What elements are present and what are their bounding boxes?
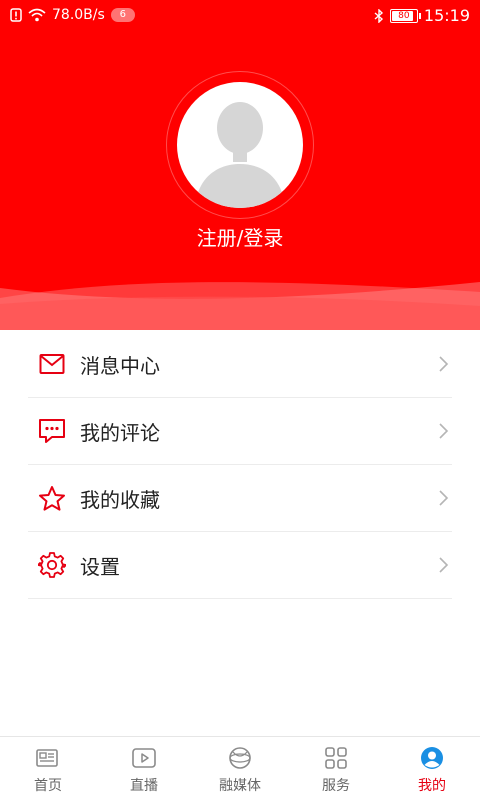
profile-header: 78.0B/s 6 80 15:19 注册/登录 [0,0,480,330]
tab-home[interactable]: 首页 [0,737,96,801]
notification-count: 6 [110,8,135,22]
bluetooth-icon [374,8,383,23]
tab-mine[interactable]: 我的 [384,737,480,801]
battery-indicator: 80 [389,8,421,23]
user-icon [419,745,445,771]
user-silhouette-icon [195,102,285,208]
tab-label: 服务 [322,778,350,794]
gear-icon [38,551,66,579]
tab-label: 我的 [418,778,446,794]
bottom-tab-bar: 首页 直播 融媒体 服务 我的 [0,736,480,801]
header-wave [0,282,480,330]
menu-item-label: 我的收藏 [80,487,160,512]
menu-list: 消息中心 我的评论 我的收藏 设置 [28,331,452,599]
tab-media[interactable]: 融媒体 [192,737,288,801]
menu-item-label: 消息中心 [80,353,160,378]
chevron-right-icon [439,490,449,506]
tab-live[interactable]: 直播 [96,737,192,801]
news-icon [35,745,61,771]
avatar[interactable] [177,82,303,208]
register-login-link[interactable]: 注册/登录 [0,222,480,251]
tab-services[interactable]: 服务 [288,737,384,801]
mail-icon [38,350,66,378]
globe-icon [227,745,253,771]
tab-label: 直播 [130,778,158,794]
clock: 15:19 [423,6,470,25]
wifi-icon [28,8,46,22]
menu-item-comments[interactable]: 我的评论 [28,398,452,465]
menu-item-settings[interactable]: 设置 [28,532,452,599]
chevron-right-icon [439,557,449,573]
chevron-right-icon [439,356,449,372]
chevron-right-icon [439,423,449,439]
play-icon [131,745,157,771]
tab-label: 融媒体 [219,778,261,794]
tab-label: 首页 [34,778,62,794]
menu-item-label: 我的评论 [80,420,160,445]
menu-item-messages[interactable]: 消息中心 [28,331,452,398]
battery-level: 80 [398,10,410,21]
comment-icon [38,417,66,445]
status-bar: 78.0B/s 6 80 15:19 [0,0,480,32]
menu-item-favorites[interactable]: 我的收藏 [28,465,452,532]
grid-icon [323,745,349,771]
menu-item-label: 设置 [80,554,120,579]
alert-icon [10,8,22,22]
star-icon [38,484,66,512]
network-speed: 78.0B/s [52,7,105,23]
